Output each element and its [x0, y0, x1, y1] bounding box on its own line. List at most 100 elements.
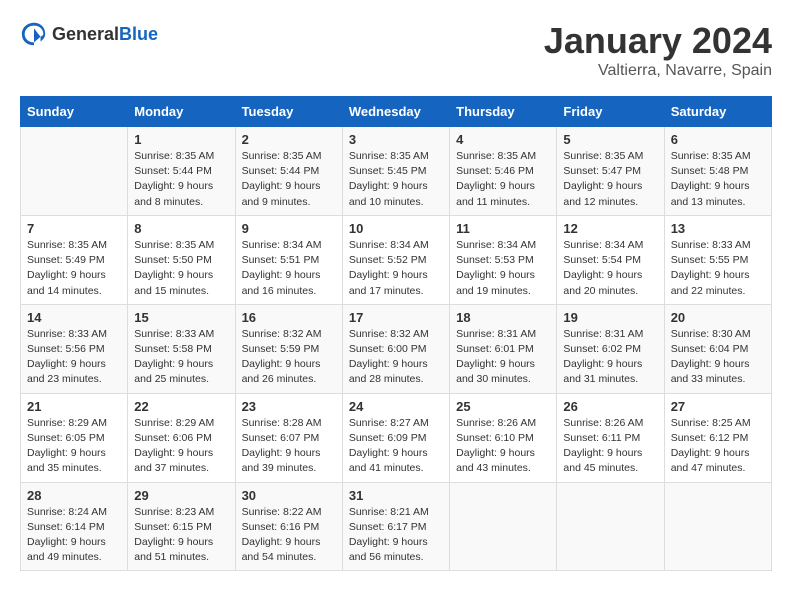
day-info: Sunrise: 8:35 AMSunset: 5:46 PMDaylight:…: [456, 149, 550, 210]
page-container: GeneralBlue January 2024 Valtierra, Nava…: [20, 20, 772, 571]
day-info: Sunrise: 8:26 AMSunset: 6:10 PMDaylight:…: [456, 416, 550, 477]
calendar-cell: [450, 482, 557, 571]
weekday-header: Monday: [128, 97, 235, 127]
day-info: Sunrise: 8:35 AMSunset: 5:44 PMDaylight:…: [134, 149, 228, 210]
day-number: 5: [563, 132, 657, 147]
calendar-body: 1 Sunrise: 8:35 AMSunset: 5:44 PMDaylight…: [21, 127, 772, 571]
calendar-week-row: 1 Sunrise: 8:35 AMSunset: 5:44 PMDaylight…: [21, 127, 772, 216]
day-number: 25: [456, 399, 550, 414]
day-number: 15: [134, 310, 228, 325]
calendar-cell: 10Sunrise: 8:34 AMSunset: 5:52 PMDayligh…: [342, 215, 449, 304]
calendar-cell: 22 Sunrise: 8:29 AMSunset: 6:06 PMDayligh…: [128, 393, 235, 482]
calendar-cell: 11 Sunrise: 8:34 AMSunset: 5:53 PMDayligh…: [450, 215, 557, 304]
day-number: 28: [27, 488, 121, 503]
calendar-cell: 2 Sunrise: 8:35 AMSunset: 5:44 PMDaylight…: [235, 127, 342, 216]
day-info: Sunrise: 8:33 AMSunset: 5:58 PMDaylight:…: [134, 327, 228, 388]
day-info: Sunrise: 8:35 AMSunset: 5:45 PMDaylight:…: [349, 149, 443, 210]
day-info: Sunrise: 8:23 AMSunset: 6:15 PMDaylight:…: [134, 505, 228, 566]
weekday-header: Wednesday: [342, 97, 449, 127]
day-info: Sunrise: 8:22 AMSunset: 6:16 PMDaylight:…: [242, 505, 336, 566]
logo-text: GeneralBlue: [52, 24, 158, 45]
day-info: Sunrise: 8:27 AMSunset: 6:09 PMDaylight:…: [349, 416, 443, 477]
day-number: 4: [456, 132, 550, 147]
day-info: Sunrise: 8:32 AMSunset: 6:00 PMDaylight:…: [349, 327, 443, 388]
day-info: Sunrise: 8:25 AMSunset: 6:12 PMDaylight:…: [671, 416, 765, 477]
day-number: 3: [349, 132, 443, 147]
calendar-cell: 30 Sunrise: 8:22 AMSunset: 6:16 PMDayligh…: [235, 482, 342, 571]
calendar-cell: 25 Sunrise: 8:26 AMSunset: 6:10 PMDayligh…: [450, 393, 557, 482]
day-number: 23: [242, 399, 336, 414]
day-number: 13: [671, 221, 765, 236]
day-info: Sunrise: 8:35 AMSunset: 5:49 PMDaylight:…: [27, 238, 121, 299]
day-number: 14: [27, 310, 121, 325]
day-number: 21: [27, 399, 121, 414]
calendar-cell: 17Sunrise: 8:32 AMSunset: 6:00 PMDayligh…: [342, 304, 449, 393]
calendar-week-row: 21Sunrise: 8:29 AMSunset: 6:05 PMDayligh…: [21, 393, 772, 482]
calendar-cell: 12 Sunrise: 8:34 AMSunset: 5:54 PMDayligh…: [557, 215, 664, 304]
calendar-cell: [21, 127, 128, 216]
calendar-cell: 6 Sunrise: 8:35 AMSunset: 5:48 PMDaylight…: [664, 127, 771, 216]
day-number: 9: [242, 221, 336, 236]
day-number: 29: [134, 488, 228, 503]
day-number: 16: [242, 310, 336, 325]
day-number: 24: [349, 399, 443, 414]
day-info: Sunrise: 8:34 AMSunset: 5:53 PMDaylight:…: [456, 238, 550, 299]
calendar-cell: 14 Sunrise: 8:33 AMSunset: 5:56 PMDayligh…: [21, 304, 128, 393]
calendar-cell: 1 Sunrise: 8:35 AMSunset: 5:44 PMDaylight…: [128, 127, 235, 216]
day-number: 22: [134, 399, 228, 414]
calendar-cell: 26Sunrise: 8:26 AMSunset: 6:11 PMDayligh…: [557, 393, 664, 482]
day-info: Sunrise: 8:32 AMSunset: 5:59 PMDaylight:…: [242, 327, 336, 388]
day-info: Sunrise: 8:35 AMSunset: 5:48 PMDaylight:…: [671, 149, 765, 210]
location-title: Valtierra, Navarre, Spain: [544, 62, 772, 80]
calendar-cell: 20 Sunrise: 8:30 AMSunset: 6:04 PMDayligh…: [664, 304, 771, 393]
day-number: 27: [671, 399, 765, 414]
header: GeneralBlue January 2024 Valtierra, Nava…: [20, 20, 772, 80]
day-info: Sunrise: 8:28 AMSunset: 6:07 PMDaylight:…: [242, 416, 336, 477]
calendar-week-row: 14 Sunrise: 8:33 AMSunset: 5:56 PMDayligh…: [21, 304, 772, 393]
day-info: Sunrise: 8:34 AMSunset: 5:54 PMDaylight:…: [563, 238, 657, 299]
weekday-header: Thursday: [450, 97, 557, 127]
calendar-cell: 19Sunrise: 8:31 AMSunset: 6:02 PMDayligh…: [557, 304, 664, 393]
calendar-cell: 13 Sunrise: 8:33 AMSunset: 5:55 PMDayligh…: [664, 215, 771, 304]
day-number: 8: [134, 221, 228, 236]
calendar-cell: 15 Sunrise: 8:33 AMSunset: 5:58 PMDayligh…: [128, 304, 235, 393]
day-number: 10: [349, 221, 443, 236]
logo: GeneralBlue: [20, 20, 158, 48]
month-title: January 2024: [544, 20, 772, 62]
day-number: 6: [671, 132, 765, 147]
weekday-header: Saturday: [664, 97, 771, 127]
weekday-header: Sunday: [21, 97, 128, 127]
day-info: Sunrise: 8:29 AMSunset: 6:06 PMDaylight:…: [134, 416, 228, 477]
logo-general: General: [52, 24, 119, 44]
calendar-cell: [664, 482, 771, 571]
calendar-cell: [557, 482, 664, 571]
day-info: Sunrise: 8:35 AMSunset: 5:44 PMDaylight:…: [242, 149, 336, 210]
day-info: Sunrise: 8:24 AMSunset: 6:14 PMDaylight:…: [27, 505, 121, 566]
day-info: Sunrise: 8:31 AMSunset: 6:01 PMDaylight:…: [456, 327, 550, 388]
title-section: January 2024 Valtierra, Navarre, Spain: [544, 20, 772, 80]
calendar-cell: 4 Sunrise: 8:35 AMSunset: 5:46 PMDaylight…: [450, 127, 557, 216]
calendar-cell: 28 Sunrise: 8:24 AMSunset: 6:14 PMDayligh…: [21, 482, 128, 571]
calendar-cell: 21Sunrise: 8:29 AMSunset: 6:05 PMDayligh…: [21, 393, 128, 482]
day-number: 12: [563, 221, 657, 236]
calendar-cell: 18Sunrise: 8:31 AMSunset: 6:01 PMDayligh…: [450, 304, 557, 393]
calendar-week-row: 7Sunrise: 8:35 AMSunset: 5:49 PMDaylight…: [21, 215, 772, 304]
day-number: 30: [242, 488, 336, 503]
weekday-header: Friday: [557, 97, 664, 127]
calendar-cell: 23 Sunrise: 8:28 AMSunset: 6:07 PMDayligh…: [235, 393, 342, 482]
day-number: 2: [242, 132, 336, 147]
day-number: 11: [456, 221, 550, 236]
calendar-cell: 27 Sunrise: 8:25 AMSunset: 6:12 PMDayligh…: [664, 393, 771, 482]
calendar-cell: 7Sunrise: 8:35 AMSunset: 5:49 PMDaylight…: [21, 215, 128, 304]
day-info: Sunrise: 8:33 AMSunset: 5:55 PMDaylight:…: [671, 238, 765, 299]
day-info: Sunrise: 8:33 AMSunset: 5:56 PMDaylight:…: [27, 327, 121, 388]
day-number: 20: [671, 310, 765, 325]
day-info: Sunrise: 8:34 AMSunset: 5:51 PMDaylight:…: [242, 238, 336, 299]
header-row: SundayMondayTuesdayWednesdayThursdayFrid…: [21, 97, 772, 127]
day-info: Sunrise: 8:30 AMSunset: 6:04 PMDaylight:…: [671, 327, 765, 388]
calendar-header: SundayMondayTuesdayWednesdayThursdayFrid…: [21, 97, 772, 127]
day-number: 1: [134, 132, 228, 147]
calendar-cell: 29 Sunrise: 8:23 AMSunset: 6:15 PMDayligh…: [128, 482, 235, 571]
day-info: Sunrise: 8:26 AMSunset: 6:11 PMDaylight:…: [563, 416, 657, 477]
calendar-table: SundayMondayTuesdayWednesdayThursdayFrid…: [20, 96, 772, 571]
